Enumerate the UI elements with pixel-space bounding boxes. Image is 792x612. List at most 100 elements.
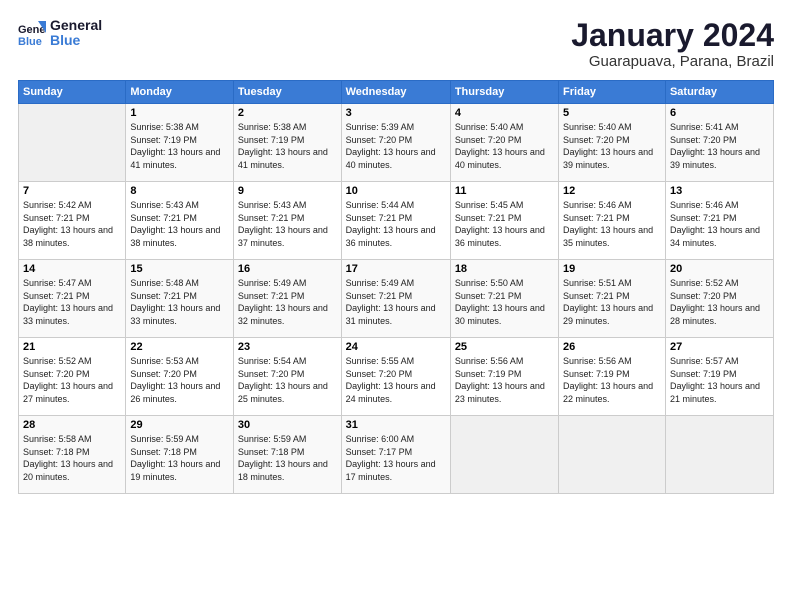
day-cell: 1Sunrise: 5:38 AMSunset: 7:19 PMDaylight… (126, 104, 234, 182)
day-cell (450, 416, 558, 494)
day-cell: 16 Sunrise: 5:49 AMSunset: 7:21 PMDayligh… (233, 260, 341, 338)
day-cell: 28 Sunrise: 5:58 AMSunset: 7:18 PMDayligh… (19, 416, 126, 494)
week-row-4: 28 Sunrise: 5:58 AMSunset: 7:18 PMDayligh… (19, 416, 774, 494)
day-info: Sunrise: 5:46 AMSunset: 7:21 PMDaylight:… (563, 199, 661, 249)
logo-icon: General Blue (18, 19, 46, 47)
day-info: Sunrise: 5:46 AMSunset: 7:21 PMDaylight:… (670, 199, 769, 249)
week-row-1: 7 Sunrise: 5:42 AMSunset: 7:21 PMDaylight… (19, 182, 774, 260)
day-number: 30 (238, 419, 337, 431)
day-cell: 30 Sunrise: 5:59 AMSunset: 7:18 PMDayligh… (233, 416, 341, 494)
day-info: Sunrise: 5:45 AMSunset: 7:21 PMDaylight:… (455, 199, 554, 249)
day-info: Sunrise: 5:38 AMSunset: 7:19 PMDaylight:… (238, 121, 337, 171)
day-cell: 12Sunrise: 5:46 AMSunset: 7:21 PMDayligh… (559, 182, 666, 260)
day-number: 4 (455, 107, 554, 119)
day-cell: 31Sunrise: 6:00 AMSunset: 7:17 PMDayligh… (341, 416, 450, 494)
day-cell: 24Sunrise: 5:55 AMSunset: 7:20 PMDayligh… (341, 338, 450, 416)
day-info: Sunrise: 5:51 AMSunset: 7:21 PMDaylight:… (563, 277, 661, 327)
day-info: Sunrise: 5:50 AMSunset: 7:21 PMDaylight:… (455, 277, 554, 327)
day-info: Sunrise: 5:59 AMSunset: 7:18 PMDaylight:… (238, 433, 337, 483)
day-number: 3 (346, 107, 446, 119)
day-number: 27 (670, 341, 769, 353)
day-info: Sunrise: 5:42 AMSunset: 7:21 PMDaylight:… (23, 199, 121, 249)
day-number: 21 (23, 341, 121, 353)
svg-text:Blue: Blue (18, 36, 42, 47)
header-tuesday: Tuesday (233, 81, 341, 104)
day-number: 25 (455, 341, 554, 353)
header: General Blue General Blue January 2024 G… (18, 18, 774, 70)
day-info: Sunrise: 5:43 AMSunset: 7:21 PMDaylight:… (130, 199, 229, 249)
day-info: Sunrise: 5:56 AMSunset: 7:19 PMDaylight:… (455, 355, 554, 405)
day-cell: 13 Sunrise: 5:46 AMSunset: 7:21 PMDayligh… (665, 182, 773, 260)
day-info: Sunrise: 5:58 AMSunset: 7:18 PMDaylight:… (23, 433, 121, 483)
day-info: Sunrise: 5:56 AMSunset: 7:19 PMDaylight:… (563, 355, 661, 405)
day-cell: 18 Sunrise: 5:50 AMSunset: 7:21 PMDayligh… (450, 260, 558, 338)
day-cell: 23 Sunrise: 5:54 AMSunset: 7:20 PMDayligh… (233, 338, 341, 416)
day-cell: 5Sunrise: 5:40 AMSunset: 7:20 PMDaylight… (559, 104, 666, 182)
day-number: 9 (238, 185, 337, 197)
header-saturday: Saturday (665, 81, 773, 104)
calendar-header-row: SundayMondayTuesdayWednesdayThursdayFrid… (19, 81, 774, 104)
day-number: 28 (23, 419, 121, 431)
day-cell: 19 Sunrise: 5:51 AMSunset: 7:21 PMDayligh… (559, 260, 666, 338)
day-cell (559, 416, 666, 494)
day-cell: 22 Sunrise: 5:53 AMSunset: 7:20 PMDayligh… (126, 338, 234, 416)
day-number: 11 (455, 185, 554, 197)
day-cell: 10 Sunrise: 5:44 AMSunset: 7:21 PMDayligh… (341, 182, 450, 260)
day-cell: 4 Sunrise: 5:40 AMSunset: 7:20 PMDaylight… (450, 104, 558, 182)
header-friday: Friday (559, 81, 666, 104)
day-cell (665, 416, 773, 494)
day-info: Sunrise: 5:54 AMSunset: 7:20 PMDaylight:… (238, 355, 337, 405)
day-info: Sunrise: 5:57 AMSunset: 7:19 PMDaylight:… (670, 355, 769, 405)
day-info: Sunrise: 5:48 AMSunset: 7:21 PMDaylight:… (130, 277, 229, 327)
day-number: 6 (670, 107, 769, 119)
day-number: 7 (23, 185, 121, 197)
header-sunday: Sunday (19, 81, 126, 104)
day-info: Sunrise: 5:49 AMSunset: 7:21 PMDaylight:… (238, 277, 337, 327)
day-number: 16 (238, 263, 337, 275)
day-number: 22 (130, 341, 229, 353)
page-title: January 2024 (571, 18, 774, 53)
day-cell: 11 Sunrise: 5:45 AMSunset: 7:21 PMDayligh… (450, 182, 558, 260)
day-cell: 7 Sunrise: 5:42 AMSunset: 7:21 PMDaylight… (19, 182, 126, 260)
day-number: 8 (130, 185, 229, 197)
day-cell: 14Sunrise: 5:47 AMSunset: 7:21 PMDayligh… (19, 260, 126, 338)
day-info: Sunrise: 5:38 AMSunset: 7:19 PMDaylight:… (130, 121, 229, 171)
day-cell: 15 Sunrise: 5:48 AMSunset: 7:21 PMDayligh… (126, 260, 234, 338)
day-number: 18 (455, 263, 554, 275)
day-cell (19, 104, 126, 182)
day-cell: 8 Sunrise: 5:43 AMSunset: 7:21 PMDaylight… (126, 182, 234, 260)
day-info: Sunrise: 5:49 AMSunset: 7:21 PMDaylight:… (346, 277, 446, 327)
day-number: 13 (670, 185, 769, 197)
day-cell: 3 Sunrise: 5:39 AMSunset: 7:20 PMDaylight… (341, 104, 450, 182)
page-subtitle: Guarapuava, Parana, Brazil (571, 53, 774, 70)
day-cell: 17Sunrise: 5:49 AMSunset: 7:21 PMDayligh… (341, 260, 450, 338)
day-info: Sunrise: 5:52 AMSunset: 7:20 PMDaylight:… (23, 355, 121, 405)
header-monday: Monday (126, 81, 234, 104)
week-row-0: 1Sunrise: 5:38 AMSunset: 7:19 PMDaylight… (19, 104, 774, 182)
day-number: 29 (130, 419, 229, 431)
logo-blue: Blue (50, 33, 102, 48)
day-number: 20 (670, 263, 769, 275)
day-info: Sunrise: 5:41 AMSunset: 7:20 PMDaylight:… (670, 121, 769, 171)
day-cell: 26Sunrise: 5:56 AMSunset: 7:19 PMDayligh… (559, 338, 666, 416)
day-info: Sunrise: 5:39 AMSunset: 7:20 PMDaylight:… (346, 121, 446, 171)
header-thursday: Thursday (450, 81, 558, 104)
day-info: Sunrise: 5:43 AMSunset: 7:21 PMDaylight:… (238, 199, 337, 249)
day-info: Sunrise: 5:44 AMSunset: 7:21 PMDaylight:… (346, 199, 446, 249)
day-number: 23 (238, 341, 337, 353)
day-cell: 2Sunrise: 5:38 AMSunset: 7:19 PMDaylight… (233, 104, 341, 182)
day-cell: 25 Sunrise: 5:56 AMSunset: 7:19 PMDayligh… (450, 338, 558, 416)
day-number: 19 (563, 263, 661, 275)
day-info: Sunrise: 5:55 AMSunset: 7:20 PMDaylight:… (346, 355, 446, 405)
day-info: Sunrise: 5:59 AMSunset: 7:18 PMDaylight:… (130, 433, 229, 483)
day-number: 15 (130, 263, 229, 275)
week-row-3: 21 Sunrise: 5:52 AMSunset: 7:20 PMDayligh… (19, 338, 774, 416)
day-cell: 29 Sunrise: 5:59 AMSunset: 7:18 PMDayligh… (126, 416, 234, 494)
calendar-table: SundayMondayTuesdayWednesdayThursdayFrid… (18, 80, 774, 494)
day-info: Sunrise: 5:53 AMSunset: 7:20 PMDaylight:… (130, 355, 229, 405)
header-wednesday: Wednesday (341, 81, 450, 104)
day-info: Sunrise: 5:40 AMSunset: 7:20 PMDaylight:… (455, 121, 554, 171)
day-number: 10 (346, 185, 446, 197)
day-cell: 9 Sunrise: 5:43 AMSunset: 7:21 PMDaylight… (233, 182, 341, 260)
day-number: 5 (563, 107, 661, 119)
